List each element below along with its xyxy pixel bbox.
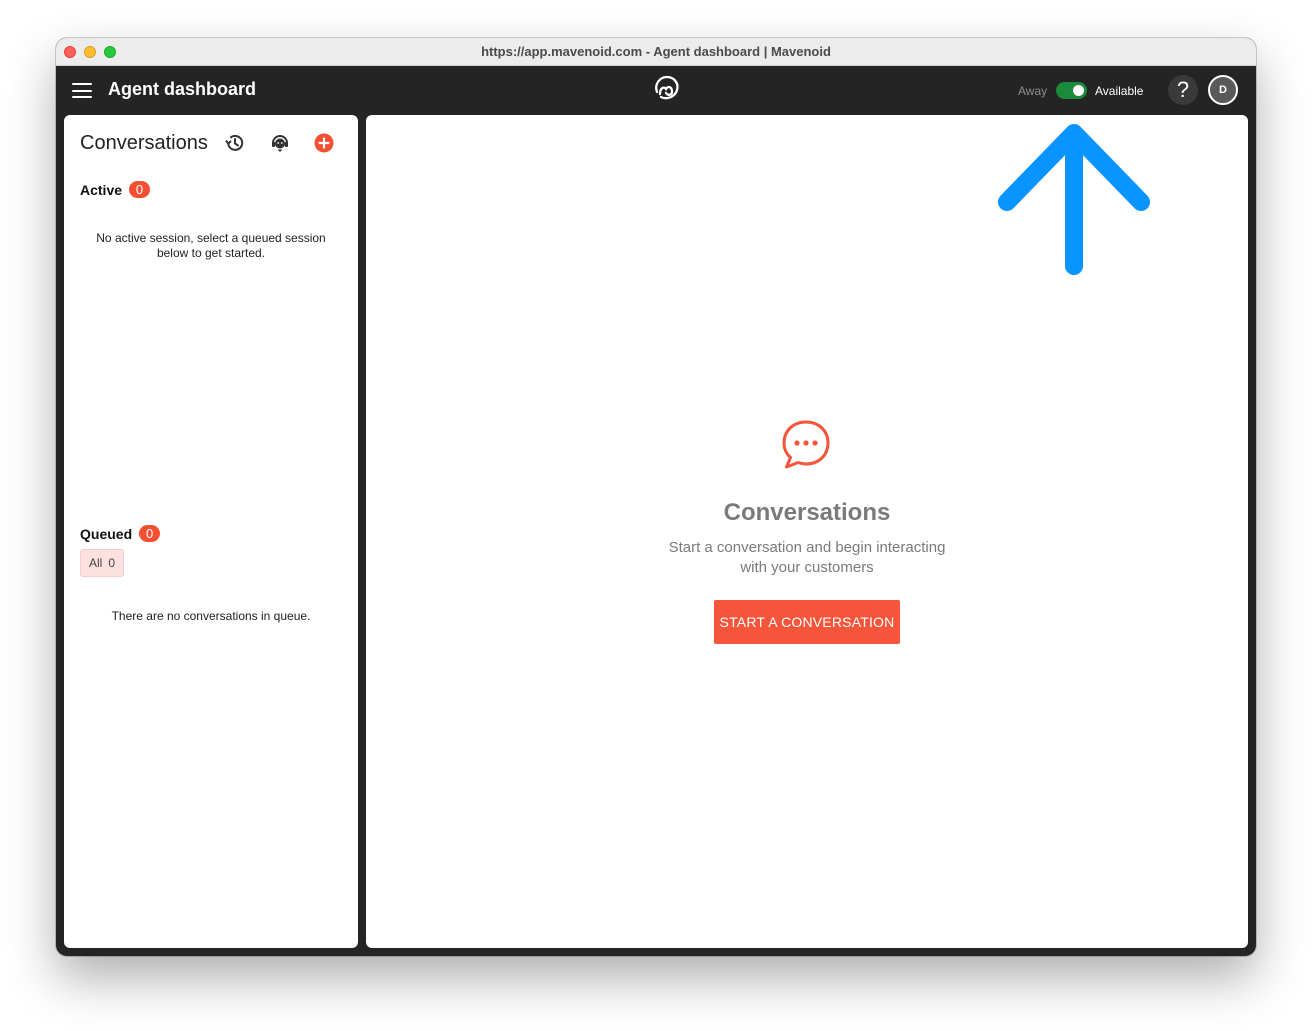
- queued-empty-text: There are no conversations in queue.: [111, 609, 311, 623]
- queue-filter-label: All: [89, 556, 103, 570]
- avatar[interactable]: D: [1208, 75, 1238, 105]
- empty-state-title: Conversations: [723, 499, 891, 526]
- chat-bubble-icon: [782, 420, 830, 469]
- queued-label: Queued: [80, 526, 133, 542]
- mavenoid-logo-icon[interactable]: [649, 72, 683, 106]
- queue-filter-count: 0: [108, 556, 116, 570]
- active-count-badge: 0: [128, 181, 151, 198]
- hamburger-menu-icon[interactable]: [72, 83, 92, 98]
- window-titlebar: https://app.mavenoid.com - Agent dashboa…: [56, 38, 1256, 66]
- sidebar-title: Conversations: [80, 132, 208, 154]
- status-available-label: Available: [1095, 84, 1144, 98]
- toggle-knob: [1073, 85, 1084, 96]
- status-away-label: Away: [1018, 84, 1048, 98]
- queue-filter-all[interactable]: All 0: [80, 549, 125, 577]
- active-section-title: Active 0: [80, 181, 151, 198]
- arrow-up-icon: [998, 124, 1150, 275]
- queued-section-title: Queued 0: [80, 525, 161, 542]
- availability-toggle[interactable]: [1056, 82, 1087, 99]
- conversations-sidebar: Conversations Active 0 No active session…: [64, 115, 358, 948]
- app-header: Agent dashboard Away Available ? D: [56, 66, 1256, 114]
- window-title: https://app.mavenoid.com - Agent dashboa…: [481, 44, 831, 59]
- history-icon[interactable]: [224, 132, 246, 154]
- queued-count-badge: 0: [139, 525, 161, 542]
- active-empty-text: No active session, select a queued sessi…: [96, 231, 326, 260]
- agent-icon[interactable]: [269, 132, 291, 154]
- active-label: Active: [80, 182, 123, 198]
- help-button[interactable]: ?: [1168, 75, 1198, 105]
- add-conversation-icon[interactable]: [313, 132, 335, 154]
- app-title: Agent dashboard: [108, 79, 257, 99]
- start-conversation-button[interactable]: START A CONVERSATION: [714, 600, 900, 644]
- empty-state-subtitle: Start a conversation and begin interacti…: [668, 539, 946, 576]
